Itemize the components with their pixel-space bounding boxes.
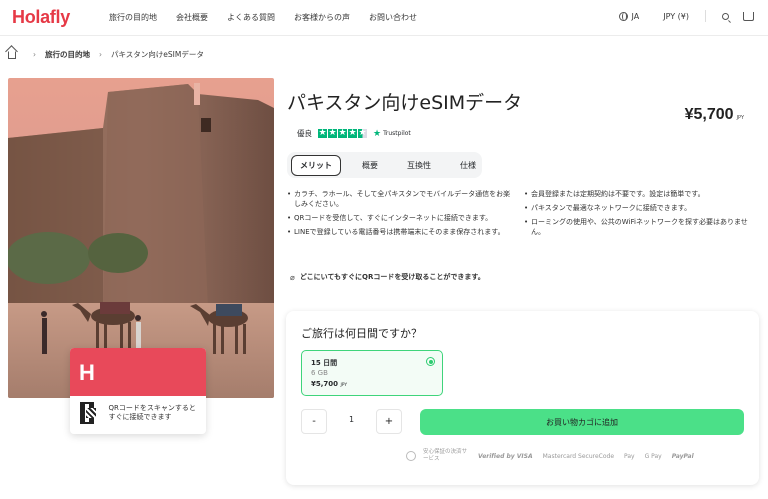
list-item: カラチ、ラホール、そして全パキスタンでモバイルデータ通信をお楽しみください。 xyxy=(287,189,517,209)
star-icon xyxy=(348,127,357,139)
trustpilot-star-icon: ★ xyxy=(373,128,382,139)
rating-stars xyxy=(318,127,368,139)
secure-shield-icon xyxy=(406,451,416,461)
language-label: JA xyxy=(631,11,640,21)
breadcrumb-destinations[interactable]: 旅行の目的地 xyxy=(45,49,90,60)
info-tabs: メリット 概要 互換性 仕様 xyxy=(287,152,482,178)
nav-faq[interactable]: よくある質問 xyxy=(227,12,275,23)
plan-option-selected[interactable]: 15 日間 6 GB ¥5,700 JPY xyxy=(301,350,443,396)
paypal-logo: PayPal xyxy=(671,452,694,460)
list-item: QRコードを受信して、すぐにインターネットに接続できます。 xyxy=(287,213,517,223)
radio-selected-icon[interactable] xyxy=(426,357,435,366)
currency-selector[interactable]: JPY (¥) xyxy=(663,12,689,21)
search-button[interactable] xyxy=(722,12,729,20)
divider xyxy=(705,10,706,22)
plan-days: 15 日間 xyxy=(311,359,338,367)
breadcrumb-current: パキスタン向けeSIMデータ xyxy=(111,50,204,59)
card-brand-area: H xyxy=(70,348,206,396)
product-price: ¥5,700 JPY xyxy=(685,106,744,124)
nav-contact[interactable]: お問い合わせ xyxy=(369,12,417,23)
chevron-right-icon: › xyxy=(99,50,102,59)
google-pay-logo: G Pay xyxy=(644,452,662,460)
tab-compatibility[interactable]: 互換性 xyxy=(399,156,439,175)
top-header: Holafly 旅行の目的地 会社概要 よくある質問 お客様からの声 お問い合わ… xyxy=(0,0,768,36)
list-item: LINEで登録している電話番号は携帯端末にそのまま保存されます。 xyxy=(287,227,517,237)
list-item: 会員登録または定期契約は不要です。設定は簡単です。 xyxy=(524,189,754,199)
nav-about[interactable]: 会社概要 xyxy=(176,12,208,23)
chevron-right-icon: › xyxy=(33,50,36,59)
card-info: QRコードをスキャンするとすぐに接続できます xyxy=(70,396,206,430)
currency-label: JPY (¥) xyxy=(663,11,689,21)
quantity-value[interactable]: 1 xyxy=(339,415,364,424)
list-item: パキスタンで最適なネットワークに接続できます。 xyxy=(524,203,754,213)
visa-verified-logo: Verified by VISA xyxy=(478,452,533,460)
esim-card: H QRコードをスキャンするとすぐに接続できます xyxy=(70,348,206,434)
mastercard-securecode-logo: Mastercard SecureCode xyxy=(542,452,615,460)
header-actions: JA JPY (¥) xyxy=(603,10,754,22)
language-selector[interactable]: JA xyxy=(618,11,640,21)
quantity-increase-button[interactable]: + xyxy=(376,409,402,434)
half-star-icon xyxy=(358,127,367,139)
purchase-panel: ご旅行は何日間ですか？ 15 日間 6 GB ¥5,700 JPY - 1 + … xyxy=(286,311,759,485)
trustpilot-label: Trustpilot xyxy=(383,130,411,137)
card-text: QRコードをスキャンするとすぐに接続できます xyxy=(108,404,196,421)
holafly-logo[interactable]: Holafly xyxy=(12,7,70,28)
tab-overview[interactable]: 概要 xyxy=(354,156,386,175)
star-icon xyxy=(328,127,337,139)
plan-price-value: ¥5,700 xyxy=(311,380,339,388)
add-to-cart-button[interactable]: お買い物カゴに追加 xyxy=(420,409,744,435)
rating-label: 優良 xyxy=(297,129,312,138)
plan-price-currency: JPY xyxy=(340,383,348,388)
qr-code-icon xyxy=(80,402,97,424)
plan-price: ¥5,700 JPY xyxy=(311,380,347,388)
cart-button[interactable] xyxy=(743,11,754,21)
price-value: ¥5,700 xyxy=(684,106,734,123)
trustpilot-rating[interactable]: 優良 ★ Trustpilot xyxy=(297,127,411,139)
duration-question: ご旅行は何日間ですか？ xyxy=(301,327,422,340)
star-icon xyxy=(338,127,347,139)
tab-benefits[interactable]: メリット xyxy=(291,154,341,176)
holafly-h-logo: H xyxy=(79,360,95,385)
breadcrumb: › 旅行の目的地 › パキスタン向けeSIMデータ xyxy=(8,49,204,60)
tag-icon: ⌀ xyxy=(290,272,295,282)
search-icon xyxy=(722,12,729,20)
apple-pay-logo: Pay xyxy=(624,453,635,460)
nav-reviews[interactable]: お客様からの声 xyxy=(294,12,350,23)
secure-payment-label: 安心保証の決済サービス xyxy=(423,449,468,462)
quantity-decrease-button[interactable]: - xyxy=(301,409,327,434)
home-icon[interactable] xyxy=(8,50,16,59)
qr-note-text: どこにいてもすぐにQRコードを受け取ることができます。 xyxy=(299,273,485,281)
qr-note: ⌀ どこにいてもすぐにQRコードを受け取ることができます。 xyxy=(290,272,485,282)
payment-methods: 安心保証の決済サービス Verified by VISA Mastercard … xyxy=(406,449,704,463)
page-title: パキスタン向けeSIMデータ xyxy=(287,92,523,114)
globe-icon xyxy=(618,11,628,21)
benefits-list-right: 会員登録または定期契約は不要です。設定は簡単です。 パキスタンで最適なネットワー… xyxy=(524,189,754,241)
list-item: ローミングの使用や、公共のWiFiネットワークを探す必要はありません。 xyxy=(524,217,754,237)
main-nav: 旅行の目的地 会社概要 よくある質問 お客様からの声 お問い合わせ xyxy=(109,12,436,23)
plan-data: 6 GB xyxy=(311,369,328,377)
apple-pay-label: Pay xyxy=(624,452,635,460)
star-icon xyxy=(318,127,327,139)
price-currency: JPY xyxy=(736,115,744,121)
nav-destinations[interactable]: 旅行の目的地 xyxy=(109,12,157,23)
trustpilot-logo: ★ Trustpilot xyxy=(373,129,411,139)
tab-specs[interactable]: 仕様 xyxy=(452,156,484,175)
cart-icon xyxy=(743,11,754,21)
benefits-list-left: カラチ、ラホール、そして全パキスタンでモバイルデータ通信をお楽しみください。 Q… xyxy=(287,189,517,241)
